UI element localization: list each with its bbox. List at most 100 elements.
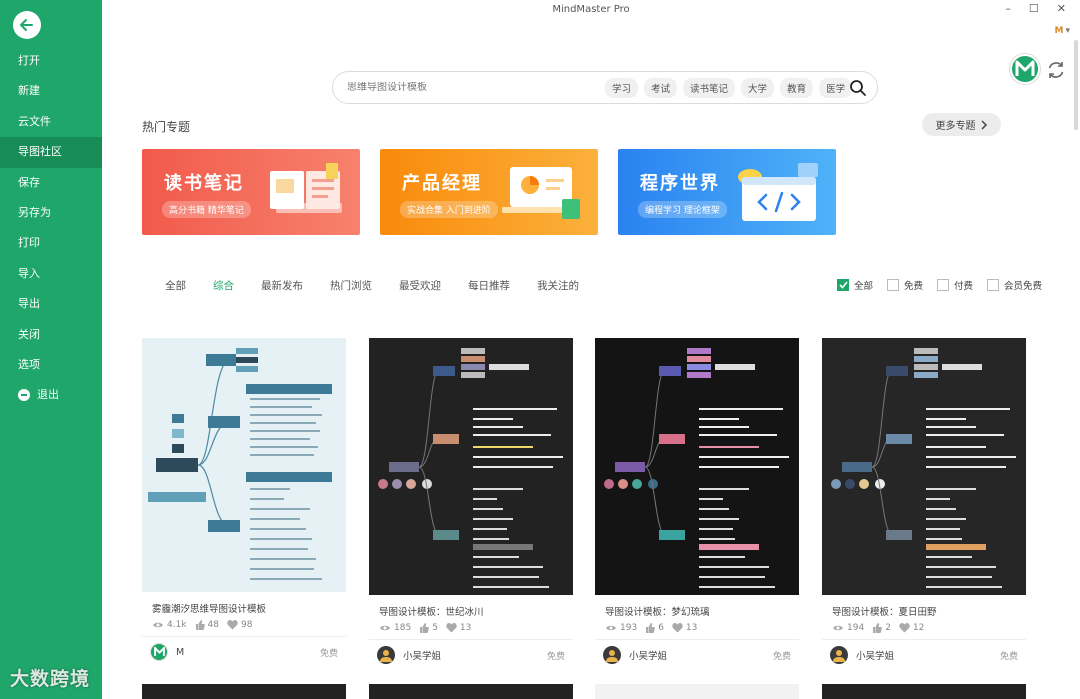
- book-illustration-icon: [270, 163, 342, 213]
- favorite-count: 13: [685, 623, 698, 633]
- sidebar-item-import[interactable]: 导入: [0, 259, 102, 289]
- tab-following[interactable]: 我关注的: [537, 278, 579, 293]
- sidebar-item-print[interactable]: 打印: [0, 228, 102, 258]
- filter-label: 免费: [904, 281, 924, 292]
- template-stats: 185 5 13: [369, 623, 573, 633]
- more-topics-button[interactable]: 更多专题: [922, 113, 1001, 136]
- search-tag[interactable]: 考试: [644, 77, 678, 98]
- template-card[interactable]: 雾霾潮汐思维导图设计模板 4.1k 48 98 M 免费: [142, 338, 346, 667]
- sidebar-item-options[interactable]: 选项: [0, 350, 102, 380]
- template-thumbnail[interactable]: [595, 338, 799, 595]
- view-count: 193: [620, 623, 638, 633]
- template-thumbnail-peek[interactable]: [369, 684, 573, 699]
- tab-popular-views[interactable]: 热门浏览: [330, 278, 372, 293]
- hot-topics-title: 热门专题: [142, 120, 191, 134]
- back-button[interactable]: [13, 11, 41, 39]
- eye-icon: [606, 625, 616, 631]
- sidebar-item-export[interactable]: 导出: [0, 289, 102, 319]
- sidebar-item-cloud-files[interactable]: 云文件: [0, 107, 102, 137]
- author-avatar[interactable]: [603, 646, 621, 664]
- sidebar-item-exit[interactable]: 退出: [0, 380, 102, 410]
- search-tag[interactable]: 学习: [605, 77, 639, 98]
- eye-icon: [380, 625, 390, 631]
- close-window-button[interactable]: ✕: [1057, 2, 1066, 15]
- author-avatar[interactable]: [830, 646, 848, 664]
- template-title[interactable]: 导图设计模板：世纪冰川: [369, 604, 573, 618]
- template-thumbnail-peek[interactable]: [595, 684, 799, 699]
- price-label: 免费: [772, 652, 791, 662]
- tab-all[interactable]: 全部: [165, 278, 186, 293]
- arrow-left-icon: [20, 19, 33, 31]
- sidebar-item-save[interactable]: 保存: [0, 168, 102, 198]
- search-tag[interactable]: 医学: [819, 77, 853, 98]
- author-row[interactable]: 小吴学姐 免费: [822, 640, 1026, 670]
- banner-subtitle: 实战合集 入门到进阶: [400, 201, 498, 218]
- sidebar-item-community[interactable]: 导图社区: [0, 137, 102, 168]
- author-name[interactable]: 小吴学姐: [403, 648, 441, 662]
- scrollbar-thumb[interactable]: [1074, 40, 1078, 130]
- template-title[interactable]: 雾霾潮汐思维导图设计模板: [142, 601, 346, 615]
- tab-daily-picks[interactable]: 每日推荐: [468, 278, 510, 293]
- maximize-button[interactable]: ☐: [1029, 2, 1039, 15]
- template-title[interactable]: 导图设计模板：梦幻琉璃: [595, 604, 799, 618]
- user-initial: M: [1054, 26, 1064, 36]
- thumbs-up-icon: [873, 623, 883, 633]
- search-tag[interactable]: 大学: [741, 77, 775, 98]
- author-name[interactable]: M: [176, 647, 184, 658]
- author-row[interactable]: 小吴学姐 免费: [595, 640, 799, 670]
- banner-reading-notes[interactable]: 读书笔记 高分书籍 精华笔记: [142, 149, 360, 235]
- filter-member-free-checkbox[interactable]: 会员免费: [987, 278, 1042, 292]
- author-avatar[interactable]: [150, 643, 168, 661]
- price-label: 免费: [319, 649, 338, 659]
- code-window-illustration-icon: [738, 163, 818, 221]
- filter-label: 会员免费: [1004, 281, 1043, 292]
- sidebar: 打开 新建 云文件 导图社区 保存 另存为 打印 导入 导出 关闭 选项 退出: [0, 0, 102, 699]
- banner-subtitle: 编程学习 理论框架: [638, 201, 727, 218]
- sidebar-menu: 打开 新建 云文件 导图社区 保存 另存为 打印 导入 导出 关闭 选项 退出: [0, 46, 102, 411]
- search-icon[interactable]: [849, 79, 867, 97]
- sidebar-item-close[interactable]: 关闭: [0, 320, 102, 350]
- sidebar-item-new[interactable]: 新建: [0, 76, 102, 106]
- template-card[interactable]: 导图设计模板：梦幻琉璃 193 6 13 小吴学姐 免费: [595, 338, 799, 670]
- window-title: MindMaster Pro: [552, 4, 630, 15]
- banner-programming-world[interactable]: 程序世界 编程学习 理论框架: [618, 149, 836, 235]
- mindmaster-logo-icon: [153, 647, 165, 656]
- search-tag[interactable]: 读书笔记: [683, 77, 736, 98]
- filter-all-checkbox[interactable]: 全部: [837, 278, 873, 292]
- author-row[interactable]: 小吴学姐 免费: [369, 640, 573, 670]
- filter-paid-checkbox[interactable]: 付费: [937, 278, 973, 292]
- banner-product-manager[interactable]: 产品经理 实战合集 入门到进阶: [380, 149, 598, 235]
- tab-most-liked[interactable]: 最受欢迎: [399, 278, 441, 293]
- favorite-count: 98: [240, 620, 253, 630]
- mindmap-preview-image: [604, 348, 789, 588]
- template-thumbnail[interactable]: [369, 338, 573, 595]
- template-stats: 193 6 13: [595, 623, 799, 633]
- template-thumbnail-peek[interactable]: [142, 684, 346, 699]
- sidebar-item-save-as[interactable]: 另存为: [0, 198, 102, 228]
- template-thumbnail[interactable]: [822, 338, 1026, 595]
- template-thumbnail[interactable]: [142, 338, 346, 592]
- author-name[interactable]: 小吴学姐: [629, 648, 667, 662]
- author-avatar[interactable]: [377, 646, 395, 664]
- user-avatar[interactable]: [1010, 54, 1040, 84]
- template-title[interactable]: 导图设计模板：夏日田野: [822, 604, 1026, 618]
- like-count: 5: [432, 623, 438, 633]
- template-card[interactable]: 导图设计模板：夏日田野 194 2 12 小吴学姐 免费: [822, 338, 1026, 670]
- chevron-down-icon: ▾: [1065, 26, 1070, 36]
- sidebar-item-open[interactable]: 打开: [0, 46, 102, 76]
- user-menu[interactable]: M ▾: [1055, 26, 1071, 36]
- refresh-icon[interactable]: [1046, 60, 1066, 80]
- minimize-button[interactable]: –: [1005, 2, 1011, 15]
- tab-comprehensive[interactable]: 综合: [213, 278, 234, 293]
- template-card[interactable]: 导图设计模板：世纪冰川 185 5 13 小吴学姐 免费: [369, 338, 573, 670]
- template-thumbnail-peek[interactable]: [822, 684, 1026, 699]
- template-stats: 194 2 12: [822, 623, 1026, 633]
- search-tag[interactable]: 教育: [780, 77, 814, 98]
- exit-icon: [18, 389, 30, 402]
- user-avatar-icon: [380, 650, 392, 662]
- author-name[interactable]: 小吴学姐: [856, 648, 894, 662]
- tab-latest[interactable]: 最新发布: [261, 278, 303, 293]
- search-input[interactable]: [347, 82, 597, 93]
- filter-free-checkbox[interactable]: 免费: [887, 278, 923, 292]
- author-row[interactable]: M 免费: [142, 637, 346, 667]
